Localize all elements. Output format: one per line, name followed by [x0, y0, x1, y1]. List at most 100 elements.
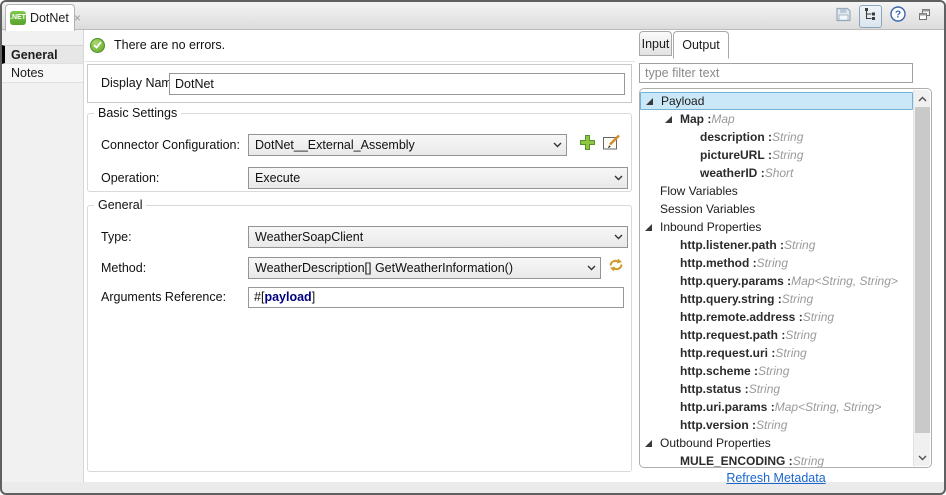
tree-item-type: String [775, 346, 807, 360]
scroll-up-icon[interactable] [914, 91, 931, 106]
tree-item[interactable]: weatherID : Short [640, 164, 913, 182]
tree-item-type: String [772, 130, 804, 144]
edit-icon [602, 134, 621, 156]
metadata-filter-input[interactable] [639, 63, 913, 83]
tree-item[interactable]: Outbound Properties [640, 434, 913, 452]
edit-connector-config-button[interactable] [601, 134, 621, 156]
sidebar-item-general[interactable]: General [2, 45, 83, 64]
tree-item[interactable]: Inbound Properties [640, 218, 913, 236]
editor-tab-bar: .NET DotNet × ? [2, 2, 944, 31]
save-button[interactable] [832, 5, 855, 28]
arguments-reference-label: Arguments Reference: [101, 290, 227, 304]
tree-item[interactable]: description : String [640, 128, 913, 146]
add-connector-config-button[interactable] [577, 135, 597, 155]
tree-item[interactable]: http.request.uri : String [640, 344, 913, 362]
tree-item[interactable]: Map : Map [640, 110, 913, 128]
tree-item[interactable]: Flow Variables [640, 182, 913, 200]
tree-item-label: weatherID [700, 166, 758, 180]
refresh-icon [606, 256, 626, 279]
tree-item-type: String [802, 310, 835, 324]
tree-item-type: String [784, 238, 816, 252]
editor-content: General Notes There are no errors. Displa… [2, 30, 944, 485]
vertical-scrollbar[interactable] [913, 90, 930, 466]
properties-form: There are no errors. Display Name: Basic… [85, 30, 635, 482]
tree-item-label: http.scheme [680, 364, 751, 378]
refresh-metadata-link[interactable]: Refresh Metadata [638, 471, 914, 485]
editor-tab-dotnet[interactable]: .NET DotNet × [5, 4, 81, 31]
scroll-down-icon[interactable] [914, 450, 931, 465]
tree-item[interactable]: http.uri.params : Map<String, String> [640, 398, 913, 416]
tree-view-toggle-button[interactable] [859, 5, 882, 28]
tree-item[interactable]: http.query.string : String [640, 290, 913, 308]
tree-item-type: Map<String, String> [774, 400, 882, 414]
connector-configuration-label: Connector Configuration: [101, 138, 240, 152]
tree-item-type: Short [764, 166, 794, 180]
expand-arrow-icon[interactable] [645, 223, 652, 231]
tree-item[interactable]: Payload [640, 92, 913, 110]
expand-arrow-icon[interactable] [645, 439, 652, 447]
tab-close-icon[interactable]: × [74, 12, 81, 24]
tree-item[interactable]: http.query.params : Map<String, String> [640, 272, 913, 290]
tree-item[interactable]: http.request.path : String [640, 326, 913, 344]
help-button[interactable]: ? [886, 5, 909, 28]
connector-configuration-select[interactable]: DotNet__External_Assembly [248, 134, 567, 156]
tree-item-type: String [781, 292, 814, 306]
operation-label: Operation: [101, 171, 160, 185]
sidebar-item-notes[interactable]: Notes [2, 64, 83, 83]
expand-arrow-icon[interactable] [665, 115, 672, 123]
method-select[interactable]: WeatherDescription[] GetWeatherInformati… [248, 257, 601, 279]
metadata-tree: Payload Map : Map description : String pict… [639, 88, 932, 468]
tree-item[interactable]: pictureURL : String [640, 146, 913, 164]
tree-item-type: String [785, 328, 817, 342]
tree-item-label: Payload [661, 94, 705, 108]
basic-settings-legend: Basic Settings [98, 106, 178, 120]
tree-item[interactable]: http.status : String [640, 380, 913, 398]
tree-item[interactable]: Session Variables [640, 200, 913, 218]
tree-item[interactable]: http.version : String [640, 416, 913, 434]
chevron-down-icon [582, 265, 600, 271]
tree-item-label: Session Variables [660, 202, 756, 216]
tree-item-label: http.query.string [680, 292, 775, 306]
toolbar: ? [832, 5, 936, 28]
tree-item[interactable]: http.method : String [640, 254, 913, 272]
restore-window-icon [917, 7, 932, 27]
operation-select[interactable]: Execute [248, 167, 628, 189]
metadata-panel: Input Output Payload Map : Mapdescription… [638, 30, 938, 485]
tab-input[interactable]: Input [639, 31, 672, 56]
tree-item-label: http.query.params [680, 274, 784, 288]
dotnet-icon: .NET [10, 11, 26, 25]
expand-arrow-icon[interactable] [646, 97, 653, 105]
tree-item-label: Map [680, 112, 704, 126]
tree-item-label: pictureURL [700, 148, 765, 162]
tab-output[interactable]: Output [673, 31, 729, 59]
tree-item-label: http.uri.params [680, 400, 768, 414]
refresh-method-button[interactable] [606, 257, 626, 277]
arguments-reference-input[interactable]: #[payload] [248, 287, 624, 308]
method-label: Method: [101, 261, 147, 275]
tree-item[interactable]: http.remote.address : String [640, 308, 913, 326]
restore-window-button[interactable] [913, 5, 936, 28]
properties-editor-window: .NET DotNet × ? General Notes There are … [0, 0, 946, 495]
status-bar: There are no errors. [90, 34, 225, 56]
general-legend: General [98, 198, 143, 212]
tree-item-label: http.version [680, 418, 749, 432]
tree-item-label: Outbound Properties [660, 436, 771, 450]
sidebar: General Notes [2, 30, 84, 482]
general-group: General Type: WeatherSoapClient Method: … [87, 198, 632, 472]
tree-item-type: String [758, 364, 790, 378]
tree-item[interactable]: http.listener.path : String [640, 236, 913, 254]
type-select[interactable]: WeatherSoapClient [248, 226, 628, 248]
tree-item-type: String [748, 382, 781, 396]
tree-item-label: http.listener.path [680, 238, 777, 252]
tree-item[interactable]: MULE_ENCODING : String [640, 452, 913, 467]
no-errors-check-icon [90, 37, 105, 53]
display-name-input[interactable] [169, 73, 625, 95]
tree-item[interactable]: http.scheme : String [640, 362, 913, 380]
tree-item-type: Map<String, String> [791, 274, 898, 288]
scrollbar-thumb[interactable] [915, 107, 930, 433]
tree-item-label: Inbound Properties [660, 220, 762, 234]
tree-item-label: http.status [680, 382, 742, 396]
tree-item-label: http.remote.address [680, 310, 796, 324]
chevron-down-icon [548, 142, 566, 148]
divider [85, 61, 635, 62]
